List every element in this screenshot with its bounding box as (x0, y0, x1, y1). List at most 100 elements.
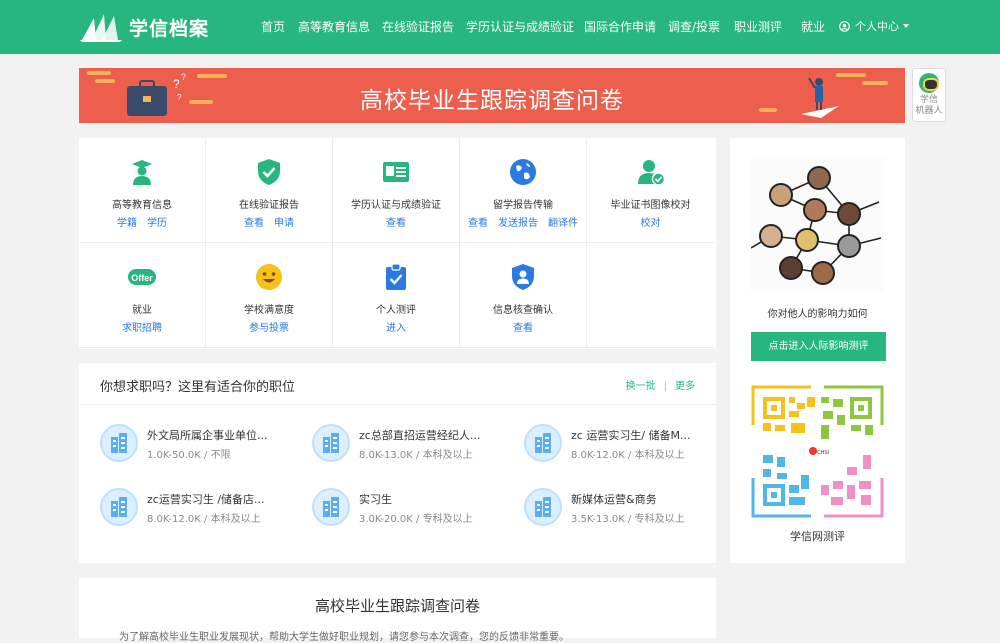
job-meta: 8.0K-12.0K / 本科及以上 (571, 450, 685, 461)
job-meta: 3.0K-20.0K / 专科及以上 (359, 514, 473, 525)
id-card-icon (383, 162, 409, 182)
link-send-report[interactable]: 发送报告 (498, 218, 538, 229)
svg-text:Offer: Offer (131, 273, 153, 283)
robot-assistant[interactable]: 学信 机器人 (912, 68, 946, 122)
service-name: 信息核查确认 (493, 305, 553, 316)
robot-label-2: 机器人 (915, 106, 943, 116)
service-online-report: 在线验证报告 查看 申请 (206, 138, 333, 243)
user-check-icon (637, 160, 665, 186)
link-view[interactable]: 查看 (386, 218, 406, 229)
building-icon (524, 424, 562, 462)
service-cert-proof: 毕业证书图像校对 校对 (587, 138, 714, 243)
nav-employment[interactable]: 就业 (801, 18, 825, 35)
nav-intl-coop[interactable]: 国际合作申请 (584, 18, 656, 35)
link-apply[interactable]: 申请 (274, 218, 294, 229)
job-title: zc总部直招运营经纪人... (359, 429, 481, 442)
link-job-search[interactable]: 求职招聘 (122, 323, 162, 334)
survey-title: 高校毕业生跟踪调查问卷 (314, 597, 480, 615)
shield-check-icon (258, 159, 280, 185)
link-view[interactable]: 查看 (244, 218, 264, 229)
nav-career-test[interactable]: 职业测评 (734, 18, 782, 35)
building-icon (524, 488, 562, 526)
job-item[interactable]: 实习生 3.0K-20.0K / 专科及以上 (291, 488, 491, 534)
user-menu-label: 个人中心 (855, 20, 899, 33)
job-item[interactable]: 外文局所属企事业单位... 1.0K-50.0K / 不限 (79, 424, 279, 470)
logo-text: 学信档案 (129, 17, 210, 40)
link-xueli[interactable]: 学历 (147, 218, 167, 229)
services-grid: 高等教育信息 学籍 学历 在线验证报告 查看 申请 学历认证与成绩验证 查看 留学报… (79, 138, 716, 349)
influence-caption: 你对他人的影响力如何 (767, 309, 868, 320)
service-name: 学校满意度 (244, 305, 294, 316)
link-xueji[interactable]: 学籍 (117, 218, 137, 229)
job-title: zc运营实习生 /储备店... (147, 493, 265, 506)
top-navbar: 学信档案 首页 高等教育信息 在线验证报告 学历认证与成绩验证 国际合作申请 调… (0, 0, 1000, 54)
service-name: 就业 (132, 305, 152, 316)
job-meta: 8.0K-13.0K / 本科及以上 (359, 450, 473, 461)
job-item[interactable]: zc运营实习生 /储备店... 8.0K-12.0K / 本科及以上 (79, 488, 279, 534)
job-title: 新媒体运营&商务 (571, 493, 657, 506)
user-icon (839, 20, 850, 32)
building-icon (312, 488, 350, 526)
survey-panel: 高校毕业生跟踪调查问卷 为了解高校毕业生职业发展现状，帮助大学生做好职业规划，请… (79, 578, 716, 643)
influence-test-button[interactable]: 点击进入人际影响测评 (751, 332, 886, 361)
job-item[interactable]: zc总部直招运营经纪人... 8.0K-13.0K / 本科及以上 (291, 424, 491, 470)
graduate-icon (132, 160, 152, 185)
job-meta: 8.0K-12.0K / 本科及以上 (147, 514, 261, 525)
link-vote[interactable]: 参与投票 (249, 323, 289, 334)
book-logo-icon (80, 14, 122, 42)
divider: | (663, 381, 667, 392)
more-link[interactable]: 更多 (675, 381, 695, 392)
user-menu[interactable]: 个人中心 (839, 18, 909, 34)
chevron-down-icon (903, 24, 909, 28)
globe-icon (510, 159, 536, 185)
job-title: 外文局所属企事业单位... (147, 429, 268, 442)
offer-icon: Offer (128, 269, 156, 285)
job-meta: 1.0K-50.0K / 不限 (147, 450, 231, 461)
service-higher-edu: 高等教育信息 学籍 学历 (79, 138, 206, 243)
service-name: 在线验证报告 (239, 200, 299, 211)
network-people-image[interactable] (751, 158, 884, 291)
nav-online-report[interactable]: 在线验证报告 (382, 18, 454, 35)
sidebar-panel: 你对他人的影响力如何 点击进入人际影响测评 CHSI 学信网测评 (730, 138, 905, 563)
job-title: 实习生 (359, 493, 392, 506)
service-degree-cert: 学历认证与成绩验证 查看 (333, 138, 460, 243)
link-translation[interactable]: 翻译件 (548, 218, 578, 229)
nav-home[interactable]: 首页 (261, 18, 285, 35)
qr-caption: 学信网测评 (790, 530, 845, 543)
survey-desc: 为了解高校毕业生职业发展现状，帮助大学生做好职业规划，请您参与本次调查，您的反馈… (119, 632, 569, 643)
nav-higher-edu-info[interactable]: 高等教育信息 (298, 18, 370, 35)
survey-banner[interactable]: ? ? ? 高校毕业生跟踪调查问卷 (79, 68, 905, 123)
jobs-heading: 你想求职吗？这里有适合你的职位 (100, 380, 296, 395)
logo[interactable]: 学信档案 (80, 10, 209, 44)
service-personal-test: 个人测评 进入 (333, 243, 460, 348)
job-item[interactable]: 新媒体运营&商务 3.5K-13.0K / 专科及以上 (503, 488, 703, 534)
refresh-link[interactable]: 换一批 (626, 381, 656, 392)
nav-degree-cert[interactable]: 学历认证与成绩验证 (466, 18, 574, 35)
smile-icon (256, 264, 282, 290)
clipboard-icon (386, 263, 406, 290)
building-icon (312, 424, 350, 462)
banner-title: 高校毕业生跟踪调查问卷 (360, 88, 624, 114)
jobs-panel: 你想求职吗？这里有适合你的职位 换一批 | 更多 外文局所属企事业单位... 1.0… (79, 363, 716, 563)
link-enter[interactable]: 进入 (386, 323, 406, 334)
robot-label-1: 学信 (919, 95, 938, 105)
job-item[interactable]: zc 运营实习生/ 储备M... 8.0K-12.0K / 本科及以上 (503, 424, 703, 470)
qr-code[interactable]: CHSI (751, 385, 884, 518)
divider (79, 404, 716, 405)
qr-badge-text: CHSI (817, 450, 829, 456)
service-employment: Offer 就业 求职招聘 (79, 243, 206, 348)
user-shield-icon (512, 264, 534, 290)
service-info-verify: 信息核查确认 查看 (460, 243, 587, 348)
building-icon (100, 424, 138, 462)
nav-survey-vote[interactable]: 调查/投票 (668, 18, 720, 35)
service-name: 毕业证书图像校对 (610, 200, 691, 211)
service-name: 留学报告传输 (493, 200, 553, 211)
service-name: 高等教育信息 (112, 200, 172, 211)
link-view[interactable]: 查看 (513, 323, 533, 334)
service-satisfaction: 学校满意度 参与投票 (206, 243, 333, 348)
robot-icon (919, 73, 939, 93)
job-meta: 3.5K-13.0K / 专科及以上 (571, 514, 685, 525)
link-view[interactable]: 查看 (468, 218, 488, 229)
link-proofread[interactable]: 校对 (641, 218, 661, 229)
service-name: 个人测评 (376, 305, 416, 316)
